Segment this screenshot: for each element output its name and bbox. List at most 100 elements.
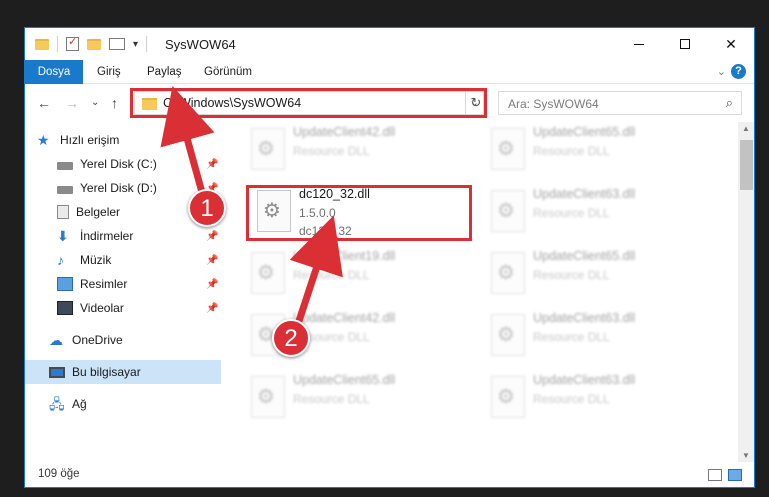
step-2-badge: 2 <box>272 319 310 357</box>
scroll-up-icon[interactable]: ▲ <box>742 124 750 133</box>
sidebar-item-label: Müzik <box>80 253 112 267</box>
details-view-icon[interactable] <box>708 469 722 481</box>
dll-file-icon: ⚙ <box>491 128 525 170</box>
computer-icon <box>49 366 65 378</box>
scroll-down-icon[interactable]: ▼ <box>742 451 750 460</box>
gear-icon: ⚙ <box>497 138 515 160</box>
downloads-icon: ⬇ <box>57 228 69 244</box>
gear-icon: ⚙ <box>497 386 515 408</box>
file-type: Resource DLL <box>293 144 370 158</box>
file-type: Resource DLL <box>293 392 370 406</box>
file-item[interactable]: ⚙ UpdateClient19.dll Resource DLL <box>243 246 443 304</box>
maximize-icon <box>680 39 690 49</box>
sidebar-item-label: İndirmeler <box>80 229 134 243</box>
pin-icon[interactable]: 📌 <box>206 231 218 242</box>
sidebar-item-pictures[interactable]: Resimler 📌 <box>25 272 221 296</box>
tab-home[interactable]: Giriş <box>97 60 121 84</box>
search-box[interactable]: Ara: SysWOW64 ⌕ <box>498 91 742 115</box>
file-name: UpdateClient65.dll <box>293 373 396 387</box>
dll-file-icon: ⚙ <box>491 190 525 232</box>
close-button[interactable]: ✕ <box>708 28 754 60</box>
sidebar-item-label: Ağ <box>72 397 87 411</box>
expand-ribbon-icon[interactable]: ⌄ <box>717 65 726 78</box>
gear-icon: ⚙ <box>257 138 275 160</box>
tab-share[interactable]: Paylaş <box>147 60 182 84</box>
status-bar: 109 öğe <box>25 462 754 487</box>
sidebar-item-this-pc[interactable]: Bu bilgisayar <box>25 360 221 384</box>
pin-icon[interactable]: 📌 <box>206 279 218 290</box>
sidebar-item-music[interactable]: ♪ Müzik 📌 <box>25 248 221 272</box>
close-icon: ✕ <box>725 35 737 52</box>
customize-toolbar-caret-icon[interactable]: ▾ <box>133 39 138 50</box>
forward-arrow-icon[interactable]: → <box>65 95 79 111</box>
minimize-button[interactable] <box>616 28 662 60</box>
dll-file-icon: ⚙ <box>491 252 525 294</box>
documents-icon <box>57 205 69 219</box>
explorer-window: ▾ SysWOW64 ✕ Dosya Giriş Paylaş Görünüm … <box>24 27 755 488</box>
file-type: Resource DLL <box>533 392 610 406</box>
sidebar-item-videos[interactable]: Videolar 📌 <box>25 296 221 320</box>
dll-file-icon: ⚙ <box>491 314 525 356</box>
videos-icon <box>57 301 73 315</box>
sidebar-item-label: Belgeler <box>76 205 121 219</box>
sidebar-item-disk-c[interactable]: Yerel Disk (C:) 📌 <box>25 152 221 176</box>
view-options-icon[interactable] <box>109 38 125 50</box>
toolbar-separator <box>146 36 148 52</box>
search-placeholder: Ara: SysWOW64 <box>508 97 599 111</box>
sidebar-item-label: Bu bilgisayar <box>72 365 141 379</box>
title-bar: ▾ SysWOW64 ✕ <box>25 28 754 60</box>
window-controls: ✕ <box>616 28 754 60</box>
up-arrow-icon[interactable]: ↑ <box>111 95 118 111</box>
pictures-icon <box>57 277 73 291</box>
file-name: UpdateClient63.dll <box>533 311 636 325</box>
file-item[interactable]: ⚙ UpdateClient63.dll Resource DLL <box>483 308 683 366</box>
minimize-icon <box>634 43 644 45</box>
sidebar-item-label: Hızlı erişim <box>60 133 120 147</box>
scrollbar-thumb[interactable] <box>740 140 753 190</box>
file-item[interactable]: ⚙ UpdateClient65.dll Resource DLL <box>483 122 683 180</box>
dll-file-icon: ⚙ <box>491 376 525 418</box>
file-type: Resource DLL <box>293 268 370 282</box>
file-item[interactable]: ⚙ UpdateClient63.dll Resource DLL <box>483 370 683 428</box>
gear-icon: ⚙ <box>497 262 515 284</box>
help-icon[interactable]: ? <box>731 64 746 79</box>
file-item[interactable]: ⚙ UpdateClient42.dll Resource DLL <box>243 122 443 180</box>
file-name: UpdateClient42.dll <box>293 311 396 325</box>
music-icon: ♪ <box>57 252 64 268</box>
file-item[interactable]: ⚙ UpdateClient63.dll Resource DLL <box>483 184 683 242</box>
file-type: Resource DLL <box>533 330 610 344</box>
sidebar-item-label: Resimler <box>80 277 128 291</box>
back-arrow-icon[interactable]: ← <box>37 95 51 111</box>
sidebar-item-onedrive[interactable]: ☁ OneDrive <box>25 328 221 352</box>
tab-file[interactable]: Dosya <box>25 60 83 84</box>
sidebar-item-quick-access[interactable]: ★ Hızlı erişim <box>25 128 221 152</box>
sidebar-item-downloads[interactable]: ⬇ İndirmeler 📌 <box>25 224 221 248</box>
sidebar-item-network[interactable]: 🖧 Ağ <box>25 392 221 416</box>
large-icons-view-icon[interactable] <box>728 469 742 481</box>
ribbon-tabs: Dosya Giriş Paylaş Görünüm ⌄ ? <box>25 60 754 84</box>
network-icon: 🖧 <box>49 396 65 412</box>
file-name: UpdateClient42.dll <box>293 125 396 139</box>
gear-icon: ⚙ <box>257 262 275 284</box>
file-type: Resource DLL <box>533 268 610 282</box>
search-icon: ⌕ <box>725 95 733 110</box>
recent-locations-icon[interactable]: ⌄ <box>91 97 99 108</box>
sidebar-item-label: Videolar <box>80 301 124 315</box>
file-item[interactable]: ⚙ UpdateClient65.dll Resource DLL <box>243 370 443 428</box>
disk-icon <box>57 161 73 170</box>
tab-view[interactable]: Görünüm <box>204 60 252 84</box>
gear-icon: ⚙ <box>497 324 515 346</box>
file-type: Resource DLL <box>533 206 610 220</box>
pin-icon[interactable]: 📌 <box>206 303 218 314</box>
sidebar-item-label: Yerel Disk (D:) <box>80 181 157 195</box>
quick-access-toolbar: ▾ <box>35 35 148 52</box>
pin-icon[interactable]: 📌 <box>206 255 218 266</box>
properties-icon[interactable] <box>66 35 79 51</box>
dll-file-icon: ⚙ <box>251 376 285 418</box>
vertical-scrollbar[interactable]: ▲ ▼ <box>738 122 754 462</box>
pin-icon[interactable]: 📌 <box>206 159 218 170</box>
new-folder-icon[interactable] <box>87 38 101 50</box>
file-item[interactable]: ⚙ UpdateClient65.dll Resource DLL <box>483 246 683 304</box>
cloud-icon: ☁ <box>49 332 63 348</box>
maximize-button[interactable] <box>662 28 708 60</box>
